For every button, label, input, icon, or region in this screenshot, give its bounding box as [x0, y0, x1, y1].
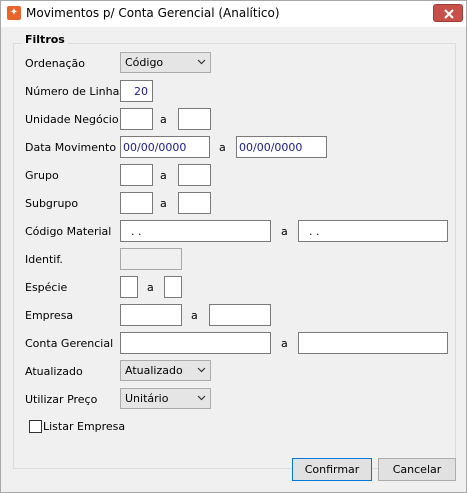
- empresa-ate-input[interactable]: [209, 304, 271, 326]
- especie-ate-input[interactable]: [164, 276, 182, 298]
- identif-label: Identif.: [25, 253, 63, 266]
- utilizar-preco-select[interactable]: Unitário: [120, 388, 211, 409]
- empresa-de-input[interactable]: [120, 304, 182, 326]
- data-movimento-label: Data Movimento: [25, 141, 117, 154]
- close-button[interactable]: [433, 4, 463, 22]
- empresa-a-label: a: [191, 309, 198, 322]
- grupo-ate-input[interactable]: [178, 164, 211, 186]
- confirmar-button[interactable]: Confirmar: [292, 458, 372, 481]
- especie-de-input[interactable]: [120, 276, 138, 298]
- subgrupo-label: Subgrupo: [25, 197, 79, 210]
- ordenacao-label: Ordenação: [25, 57, 85, 70]
- unidade-negocio-label: Unidade Negócio: [25, 113, 119, 126]
- ordenacao-select[interactable]: Código: [120, 52, 211, 73]
- atualizado-value: Atualizado: [125, 364, 183, 377]
- listar-empresa-label[interactable]: Listar Empresa: [43, 420, 125, 433]
- codigo-material-de-input[interactable]: . .: [120, 220, 271, 242]
- data-movimento-ate-input[interactable]: 00/00/0000: [236, 136, 327, 158]
- unidade-negocio-ate-input[interactable]: [178, 108, 211, 130]
- conta-gerencial-a-label: a: [281, 337, 288, 350]
- unidade-negocio-de-input[interactable]: [120, 108, 153, 130]
- subgrupo-a-label: a: [160, 197, 167, 210]
- data-movimento-a-label: a: [219, 141, 226, 154]
- dialog-body: Filtros Ordenação Código Número de Linha…: [2, 27, 465, 492]
- ordenacao-value: Código: [125, 56, 164, 69]
- title-bar[interactable]: ✦ Movimentos p/ Conta Gerencial (Analíti…: [1, 1, 466, 27]
- atualizado-select[interactable]: Atualizado: [120, 360, 211, 381]
- cancelar-button[interactable]: Cancelar: [378, 458, 456, 481]
- utilizar-preco-label: Utilizar Preço: [25, 393, 98, 406]
- grupo-label: Grupo: [25, 169, 59, 182]
- grupo-de-input[interactable]: [120, 164, 153, 186]
- codigo-material-label: Código Material: [25, 225, 112, 238]
- window-title: Movimentos p/ Conta Gerencial (Analítico…: [26, 6, 280, 20]
- close-icon: [444, 9, 454, 19]
- conta-gerencial-ate-input[interactable]: [298, 332, 448, 354]
- atualizado-label: Atualizado: [25, 365, 83, 378]
- subgrupo-de-input[interactable]: [120, 192, 153, 214]
- numero-linhas-label: Número de Linhas: [25, 85, 126, 98]
- subgrupo-ate-input[interactable]: [178, 192, 211, 214]
- chevron-down-icon: [197, 59, 206, 65]
- conta-gerencial-label: Conta Gerencial: [25, 337, 114, 350]
- especie-label: Espécie: [25, 281, 68, 294]
- especie-a-label: a: [147, 281, 154, 294]
- codigo-material-ate-input[interactable]: . .: [298, 220, 448, 242]
- app-icon: ✦: [7, 6, 21, 20]
- codigo-material-a-label: a: [281, 225, 288, 238]
- filters-group-title: Filtros: [22, 33, 68, 46]
- dialog-window: ✦ Movimentos p/ Conta Gerencial (Analíti…: [0, 0, 467, 493]
- conta-gerencial-de-input[interactable]: [120, 332, 271, 354]
- grupo-a-label: a: [160, 169, 167, 182]
- empresa-label: Empresa: [25, 309, 74, 322]
- chevron-down-icon: [197, 367, 206, 373]
- listar-empresa-checkbox[interactable]: [29, 420, 42, 433]
- utilizar-preco-value: Unitário: [125, 392, 169, 405]
- data-movimento-de-input[interactable]: 00/00/0000: [120, 136, 210, 158]
- numero-linhas-input[interactable]: 20: [120, 80, 153, 102]
- chevron-down-icon: [197, 395, 206, 401]
- identif-input: [120, 248, 182, 270]
- unidade-negocio-a-label: a: [160, 113, 167, 126]
